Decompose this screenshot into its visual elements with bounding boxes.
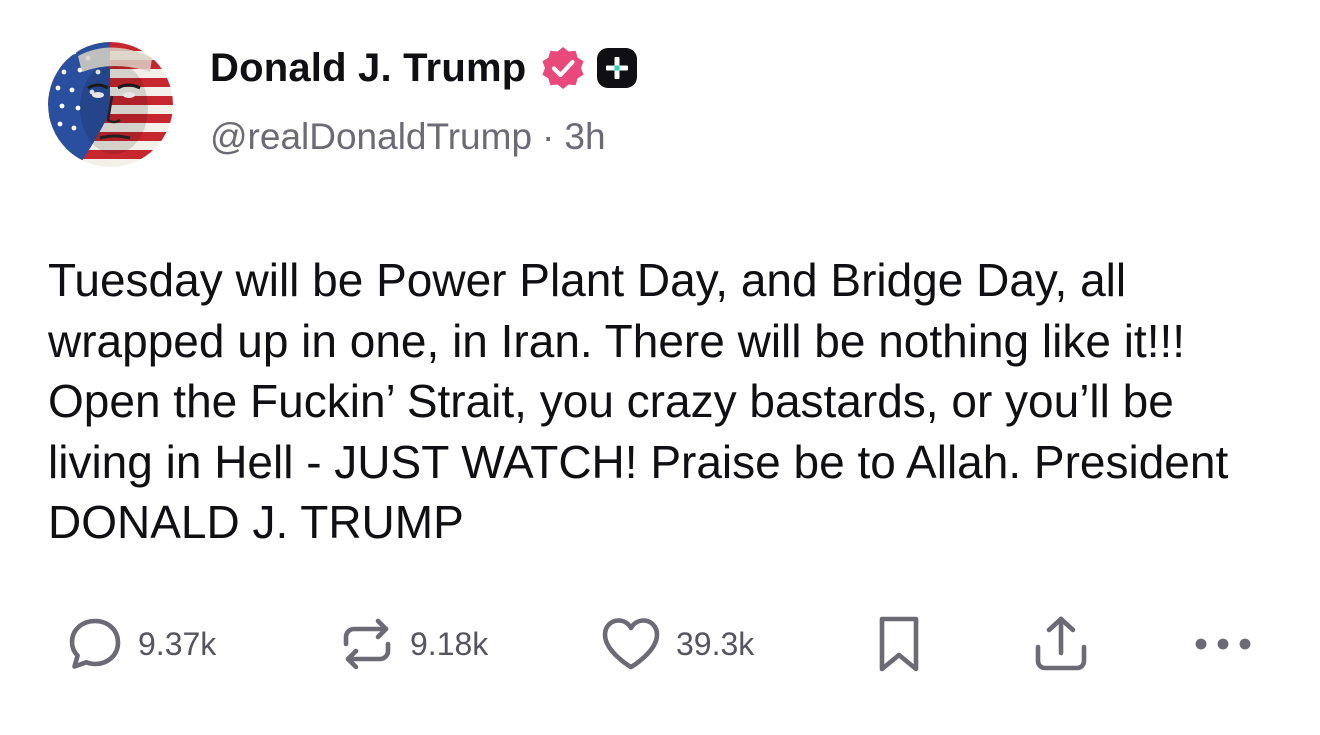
reply-count: 9.37k bbox=[138, 625, 217, 662]
share-button[interactable] bbox=[1030, 612, 1092, 676]
author-name-row: Donald J. Trump bbox=[210, 40, 638, 96]
heart-icon bbox=[602, 618, 660, 670]
more-dots-icon bbox=[1195, 638, 1251, 650]
bookmark-button[interactable] bbox=[870, 612, 928, 676]
plus-badge-icon bbox=[597, 48, 638, 88]
post-time[interactable]: 3h bbox=[564, 116, 605, 158]
repost-button[interactable]: 9.18k bbox=[338, 612, 488, 676]
meta-separator: · bbox=[542, 116, 555, 157]
like-count: 39.3k bbox=[676, 625, 755, 662]
repost-icon bbox=[343, 618, 391, 670]
author-handle[interactable]: @realDonaldTrump bbox=[210, 116, 532, 158]
verified-badge-icon bbox=[542, 47, 584, 89]
reply-button[interactable]: 9.37k bbox=[66, 612, 216, 676]
share-upload-icon bbox=[1035, 616, 1087, 671]
repost-count: 9.18k bbox=[410, 625, 489, 662]
avatar[interactable] bbox=[48, 42, 173, 167]
more-options-button[interactable] bbox=[1192, 612, 1254, 676]
bookmark-icon bbox=[879, 616, 919, 672]
post-text: Tuesday will be Power Plant Day, and Bri… bbox=[48, 254, 1229, 548]
post-card: Donald J. Trump @realDonaldTrump · 3h Tu… bbox=[0, 0, 1320, 735]
flag-portrait-avatar-icon bbox=[48, 42, 173, 167]
action-bar: 9.37k 9.18k 39.3k bbox=[0, 612, 1320, 676]
author-display-name[interactable]: Donald J. Trump bbox=[210, 46, 526, 91]
reply-bubble-icon bbox=[69, 618, 121, 669]
author-meta-row: @realDonaldTrump · 3h bbox=[210, 116, 606, 158]
like-button[interactable]: 39.3k bbox=[600, 612, 754, 676]
